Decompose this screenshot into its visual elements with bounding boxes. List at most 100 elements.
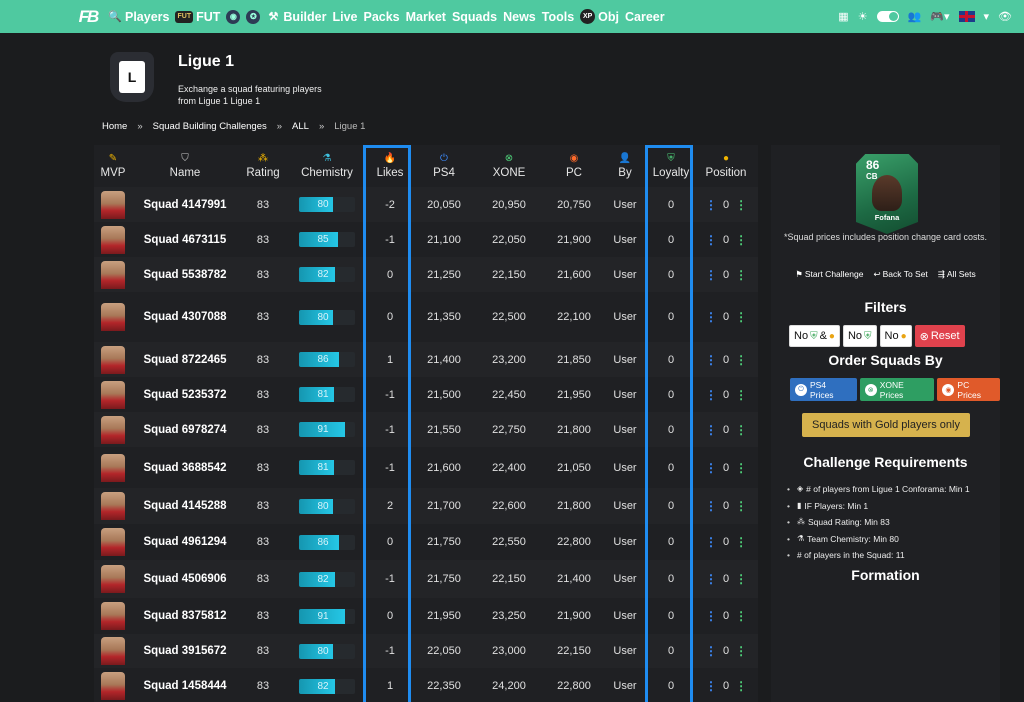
- user-add-icon[interactable]: 👥: [908, 10, 922, 23]
- nav-item-globe-icon[interactable]: ✪: [246, 9, 261, 24]
- side-link-start-challenge[interactable]: ⚑ Start Challenge: [795, 269, 863, 280]
- squad-name[interactable]: Squad 8375812: [143, 607, 226, 625]
- uk-flag-icon[interactable]: [958, 11, 975, 22]
- nav-item-players[interactable]: 🔍 Players: [108, 10, 169, 24]
- nav-item-squads[interactable]: Squads: [452, 10, 497, 24]
- table-row[interactable]: Squad 6978274 83 91 -1 21,550 22,750 21,800 Use…: [94, 412, 758, 447]
- table-row[interactable]: Squad 3915672 83 80 -1 22,050 23,000 22,150 Use…: [94, 634, 758, 668]
- filter-no-loyalty[interactable]: No ⛨: [842, 325, 877, 347]
- squad-name[interactable]: Squad 6978274: [143, 421, 226, 439]
- nav-item-club-icon[interactable]: ◉: [226, 9, 241, 24]
- calculator-icon[interactable]: ▦: [838, 10, 848, 23]
- squad-name-cell[interactable]: Squad 4145288: [132, 497, 238, 515]
- squad-name[interactable]: Squad 8722465: [143, 351, 226, 369]
- kebab-menu-icon[interactable]: ⋮: [705, 499, 717, 513]
- squad-name-cell[interactable]: Squad 4147991: [132, 196, 238, 214]
- gold-players-only-button[interactable]: Squads with Gold players only: [802, 413, 970, 437]
- chevron-down-icon[interactable]: ▾: [984, 10, 990, 23]
- nav-item-fut[interactable]: FUT FUT: [175, 10, 220, 24]
- kebab-menu-icon[interactable]: ⋮: [705, 572, 717, 586]
- site-logo[interactable]: FB: [78, 7, 100, 27]
- col-likes[interactable]: 🔥 Likes: [366, 145, 414, 187]
- squad-name-cell[interactable]: Squad 4673115: [132, 231, 238, 249]
- kebab-menu-icon[interactable]: ⋮: [705, 679, 717, 693]
- filter-no-position[interactable]: No ●: [879, 325, 912, 347]
- squad-name-cell[interactable]: Squad 4506906: [132, 570, 238, 588]
- squad-name-cell[interactable]: Squad 3915672: [132, 642, 238, 660]
- col-xone[interactable]: ⊗ XONE: [474, 145, 544, 187]
- kebab-menu-icon[interactable]: ⋮: [735, 423, 747, 437]
- kebab-menu-icon[interactable]: ⋮: [735, 461, 747, 475]
- nav-item-obj[interactable]: XP Obj: [580, 9, 619, 24]
- col-pc[interactable]: ◉ PC: [544, 145, 604, 187]
- kebab-menu-icon[interactable]: ⋮: [705, 535, 717, 549]
- squad-name[interactable]: Squad 4145288: [143, 497, 226, 515]
- table-row[interactable]: Squad 4673115 83 85 -1 21,100 22,050 21,900 Use…: [94, 222, 758, 257]
- table-row[interactable]: Squad 4961294 83 86 0 21,750 22,550 22,800 User…: [94, 524, 758, 560]
- squad-name-cell[interactable]: Squad 5235372: [132, 386, 238, 404]
- kebab-menu-icon[interactable]: ⋮: [735, 499, 747, 513]
- table-row[interactable]: Squad 4147991 83 80 -2 20,050 20,950 20,750 Use…: [94, 187, 758, 222]
- squad-name[interactable]: Squad 4961294: [143, 533, 226, 551]
- squad-name[interactable]: Squad 4147991: [143, 196, 226, 214]
- squad-name-cell[interactable]: Squad 8375812: [132, 607, 238, 625]
- col-name[interactable]: ⛉ Name: [132, 145, 238, 187]
- kebab-menu-icon[interactable]: ⋮: [735, 268, 747, 282]
- kebab-menu-icon[interactable]: ⋮: [735, 535, 747, 549]
- breadcrumb-item[interactable]: Home: [102, 121, 127, 132]
- breadcrumb-item[interactable]: Squad Building Challenges: [153, 121, 267, 132]
- table-row[interactable]: Squad 1458444 83 82 1 22,350 24,200 22,800 User…: [94, 668, 758, 702]
- kebab-menu-icon[interactable]: ⋮: [735, 609, 747, 623]
- col-by[interactable]: 👤 By: [604, 145, 646, 187]
- platform-icon[interactable]: 🎮▾: [930, 10, 949, 23]
- kebab-menu-icon[interactable]: ⋮: [705, 644, 717, 658]
- side-link-back-to-set[interactable]: ↩ Back To Set: [873, 269, 927, 280]
- filter-no-loyalty-position[interactable]: No ⛨ & ●: [789, 325, 840, 347]
- nav-item-news[interactable]: News: [503, 10, 536, 24]
- kebab-menu-icon[interactable]: ⋮: [705, 423, 717, 437]
- nav-item-packs[interactable]: Packs: [363, 10, 399, 24]
- kebab-menu-icon[interactable]: ⋮: [735, 644, 747, 658]
- order-ps4-button[interactable]: ⏻ PS4 Prices: [790, 378, 857, 401]
- squad-name[interactable]: Squad 5538782: [143, 266, 226, 284]
- kebab-menu-icon[interactable]: ⋮: [735, 198, 747, 212]
- col-position[interactable]: ● Position: [696, 145, 756, 187]
- table-row[interactable]: Squad 5538782 83 82 0 21,250 22,150 21,600 User…: [94, 257, 758, 292]
- kebab-menu-icon[interactable]: ⋮: [705, 233, 717, 247]
- squad-name-cell[interactable]: Squad 6978274: [132, 421, 238, 439]
- nav-item-career[interactable]: Career: [625, 10, 665, 24]
- nav-item-market[interactable]: Market: [406, 10, 446, 24]
- table-row[interactable]: Squad 4506906 83 82 -1 21,750 22,150 21,400 Use…: [94, 560, 758, 598]
- player-card[interactable]: 86 CB Fofana: [856, 154, 918, 234]
- order-pc-button[interactable]: ◉ PC Prices: [937, 378, 1000, 401]
- kebab-menu-icon[interactable]: ⋮: [735, 310, 747, 324]
- squad-name[interactable]: Squad 3688542: [143, 459, 226, 477]
- table-row[interactable]: Squad 8375812 83 91 0 21,950 23,250 21,900 User…: [94, 598, 758, 634]
- squad-name[interactable]: Squad 5235372: [143, 386, 226, 404]
- order-xone-button[interactable]: ⊗ XONE Prices: [859, 378, 935, 401]
- sun-icon[interactable]: ☀: [858, 10, 868, 23]
- kebab-menu-icon[interactable]: ⋮: [735, 388, 747, 402]
- kebab-menu-icon[interactable]: ⋮: [735, 572, 747, 586]
- side-link-all-sets[interactable]: ⇶ All Sets: [938, 269, 976, 280]
- nav-item-live[interactable]: Live: [332, 10, 357, 24]
- kebab-menu-icon[interactable]: ⋮: [735, 679, 747, 693]
- breadcrumb-item[interactable]: ALL: [292, 121, 309, 132]
- kebab-menu-icon[interactable]: ⋮: [705, 388, 717, 402]
- col-ps4[interactable]: ⏻ PS4: [414, 145, 474, 187]
- kebab-menu-icon[interactable]: ⋮: [705, 268, 717, 282]
- table-row[interactable]: Squad 3688542 83 81 -1 21,600 22,400 21,050 Use…: [94, 447, 758, 488]
- nav-item-tools[interactable]: Tools: [542, 10, 574, 24]
- squad-name-cell[interactable]: Squad 4307088: [132, 308, 238, 326]
- table-row[interactable]: Squad 4307088 83 80 0 21,350 22,500 22,100 User…: [94, 292, 758, 342]
- squad-name-cell[interactable]: Squad 5538782: [132, 266, 238, 284]
- table-row[interactable]: Squad 5235372 83 81 -1 21,500 22,450 21,950 Use…: [94, 377, 758, 412]
- squad-name-cell[interactable]: Squad 1458444: [132, 677, 238, 695]
- squad-name-cell[interactable]: Squad 3688542: [132, 459, 238, 477]
- col-loyalty[interactable]: ⛨ Loyalty: [646, 145, 696, 187]
- squad-name[interactable]: Squad 4673115: [144, 231, 226, 249]
- squad-name[interactable]: Squad 4506906: [143, 570, 226, 588]
- col-chemistry[interactable]: ⚗ Chemistry: [288, 145, 366, 187]
- kebab-menu-icon[interactable]: ⋮: [735, 233, 747, 247]
- kebab-menu-icon[interactable]: ⋮: [705, 353, 717, 367]
